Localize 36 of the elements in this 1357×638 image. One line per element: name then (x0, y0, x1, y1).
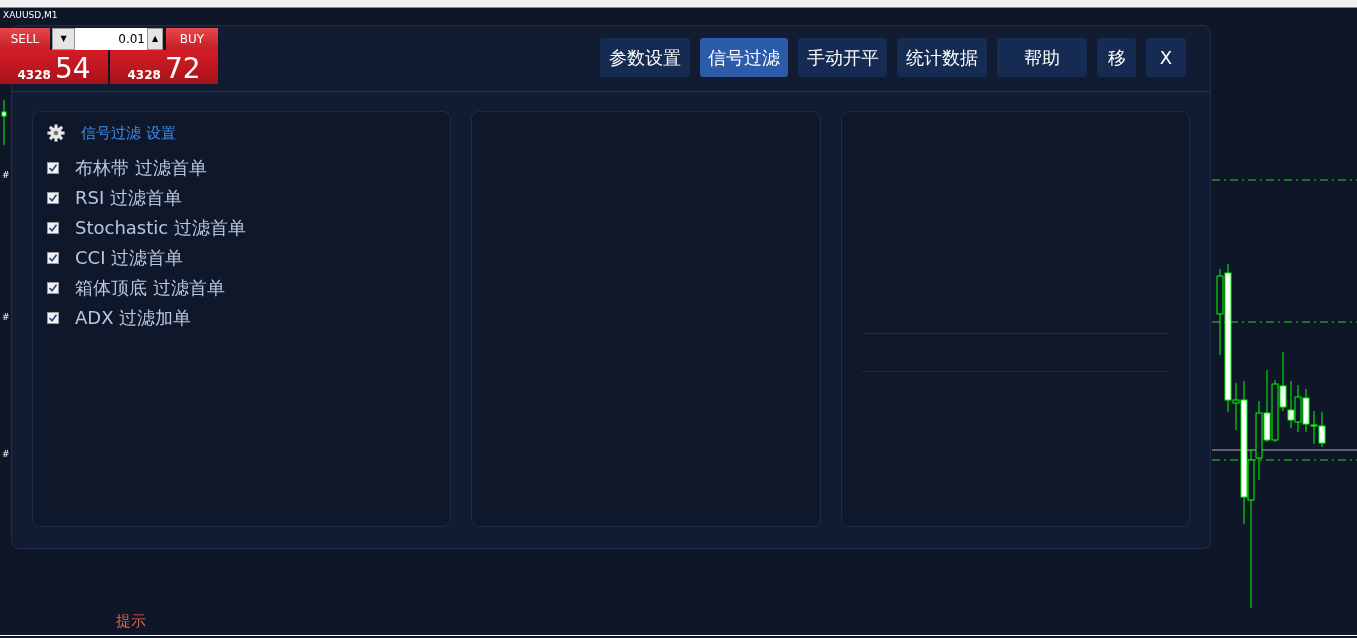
candle (1, 99, 7, 146)
sell-button[interactable]: SELL (0, 28, 50, 50)
filter-option-label: 箱体顶底 过滤首单 (75, 275, 225, 300)
toolbar-tab[interactable]: X (1146, 38, 1186, 77)
lot-increase-button[interactable]: ▲ (147, 28, 163, 50)
price-marker: # (2, 449, 10, 459)
hint-label: 提示 (116, 612, 146, 630)
price-prefix: 4328 (127, 67, 161, 84)
filter-option-label: ADX 过滤加单 (75, 305, 192, 330)
card-title: 信号过滤 设置 (81, 123, 176, 144)
toolbar-tab[interactable]: 帮助 (997, 38, 1087, 77)
chart-symbol-title: XAUUSD,M1 (3, 10, 58, 20)
gear-icon (47, 124, 65, 143)
price-digits: 72 (164, 54, 201, 84)
filter-option-label: Stochastic 过滤首单 (75, 215, 246, 240)
toolbar-tab[interactable]: 参数设置 (600, 38, 690, 77)
filter-option-label: RSI 过滤首单 (75, 185, 182, 210)
toolbar-tab[interactable]: 信号过滤 (700, 38, 788, 77)
lot-field[interactable]: 0.01 (75, 28, 147, 50)
toolbar-tab[interactable]: 统计数据 (897, 38, 987, 77)
toolbar-tab[interactable]: 手动开平 (798, 38, 887, 77)
filter-option-label: 布林带 过滤首单 (75, 155, 207, 180)
price-digits: 54 (54, 54, 91, 84)
price-marker: # (2, 170, 10, 180)
checkbox[interactable] (47, 191, 59, 204)
toolbar-tab[interactable]: 移 (1097, 38, 1136, 77)
checkbox[interactable] (47, 251, 59, 264)
checkbox[interactable] (47, 281, 59, 294)
filter-option-label: CCI 过滤首单 (75, 245, 184, 270)
price-marker: # (2, 312, 10, 322)
checkbox[interactable] (47, 311, 59, 324)
checkbox[interactable] (47, 161, 59, 174)
buy-button[interactable]: BUY (166, 28, 218, 50)
price-prefix: 4328 (17, 67, 51, 84)
lot-decrease-button[interactable]: ▼ (52, 28, 75, 50)
checkbox[interactable] (47, 221, 59, 234)
